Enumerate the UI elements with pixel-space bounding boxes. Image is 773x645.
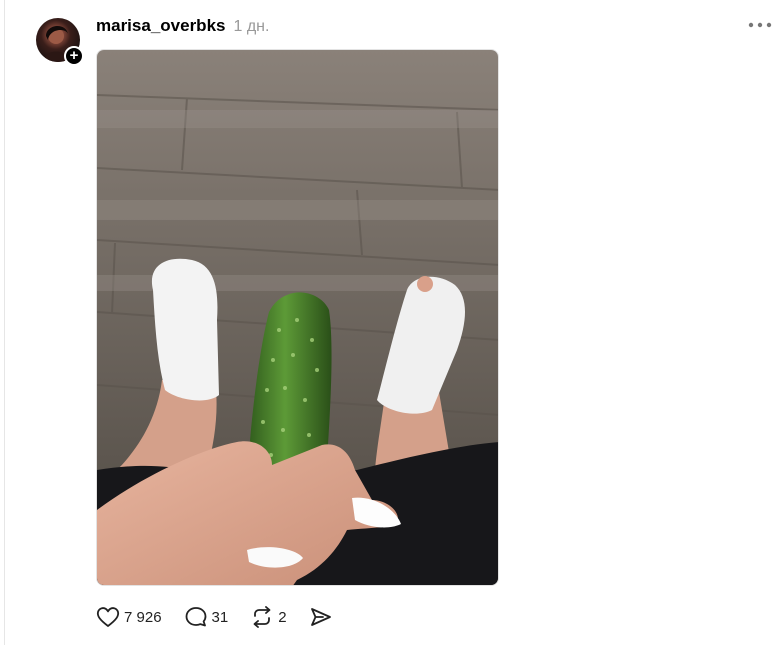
like-count: 7 926 — [124, 608, 162, 626]
share-icon — [309, 606, 333, 628]
photo-illustration — [97, 50, 498, 585]
repost-button[interactable]: 2 — [250, 606, 287, 628]
post-image[interactable] — [96, 49, 499, 586]
repost-count: 2 — [278, 608, 287, 626]
comment-count: 31 — [211, 608, 229, 626]
avatar[interactable]: + — [36, 18, 84, 66]
post-header: marisa_overbks 1 дн. — [96, 16, 269, 38]
repost-icon — [250, 606, 274, 628]
share-button[interactable] — [309, 606, 333, 628]
heart-icon — [96, 606, 120, 628]
post-actions: 7 926 31 2 — [96, 604, 355, 630]
comment-button[interactable]: 31 — [184, 606, 229, 628]
like-button[interactable]: 7 926 — [96, 606, 162, 628]
post: + marisa_overbks 1 дн. 7 926 31 2 — [0, 0, 773, 645]
follow-plus-icon[interactable]: + — [64, 46, 84, 66]
more-icon[interactable] — [747, 14, 773, 36]
username[interactable]: marisa_overbks — [96, 16, 225, 36]
comment-icon — [184, 606, 208, 628]
post-time[interactable]: 1 дн. — [233, 18, 269, 36]
